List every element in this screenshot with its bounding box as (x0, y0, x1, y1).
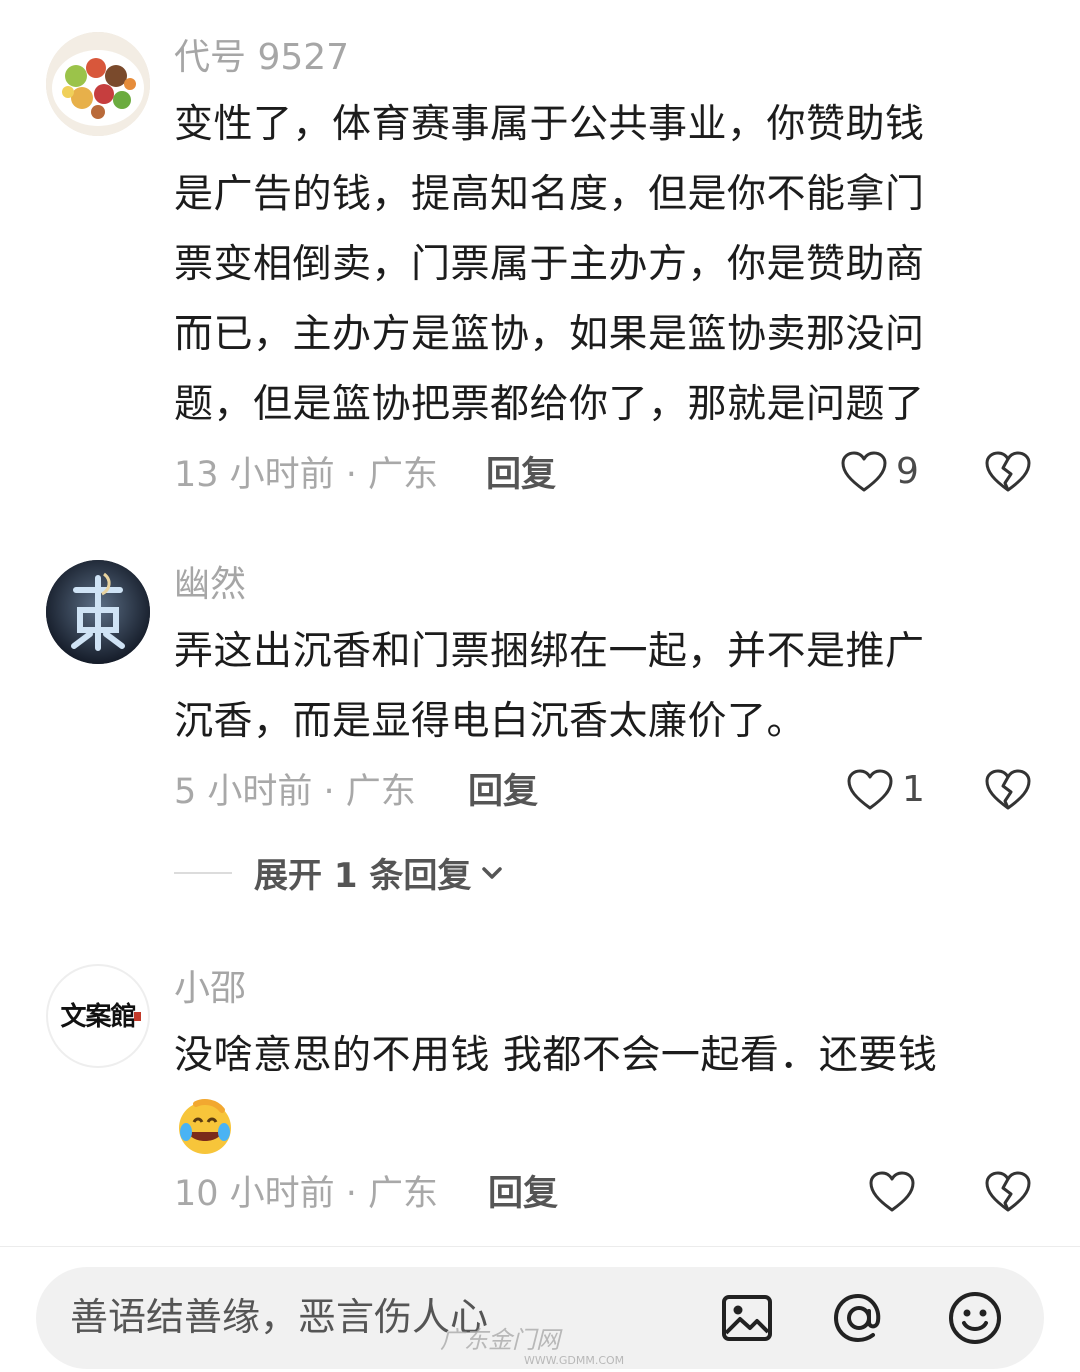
food-platter-avatar-image (46, 32, 150, 136)
reply-button[interactable]: 回复 (468, 770, 538, 814)
comment-text-line: 没啥意思的不用钱 我都不会一起看．还要钱 (174, 1033, 938, 1078)
smiley-icon (949, 1292, 1001, 1344)
heart-outline-icon (847, 769, 893, 810)
at-icon (833, 1293, 881, 1343)
comment-text: 弄这出沉香和门票捆绑在一起，并不是推广 沉香，而是显得电白沉香太廉价了。 (174, 617, 1014, 757)
reply-button[interactable]: 回复 (488, 1172, 558, 1216)
comment-text-line: 弄这出沉香和门票捆绑在一起，并不是推广 (174, 629, 925, 674)
dislike-button[interactable] (984, 450, 1032, 498)
broken-heart-icon (985, 451, 1031, 492)
avatar[interactable]: 文案館 (46, 964, 150, 1068)
comment-input-placeholder: 善语结善缘，恶言伤人心 (70, 1295, 489, 1339)
comment-text: 变性了，体育赛事属于公共事业，你赞助钱 是广告的钱，提高知名度，但是你不能拿门 … (174, 90, 1014, 440)
comment-text: 没啥意思的不用钱 我都不会一起看．还要钱 (174, 1021, 1014, 1091)
calligraphy-avatar-image (46, 560, 150, 664)
dislike-button[interactable] (984, 768, 1032, 816)
emoji-button[interactable] (946, 1289, 1004, 1351)
comment-text-line: 题，但是篮协把票都给你了，那就是问题了 (174, 382, 925, 427)
like-button[interactable]: 1 (846, 768, 925, 812)
expand-replies-label: 展开 1 条回复 (254, 856, 472, 896)
avatar[interactable] (46, 32, 150, 136)
dislike-button[interactable] (984, 1170, 1032, 1218)
comment-meta: 5 小时前 · 广东 (174, 772, 416, 812)
like-count: 1 (902, 769, 925, 810)
like-count: 9 (896, 451, 919, 492)
broken-heart-icon (985, 1171, 1031, 1212)
comment-text-line: 沉香，而是显得电白沉香太廉价了。 (174, 699, 807, 744)
username[interactable]: 幽然 (174, 563, 246, 607)
comment-text-line: 票变相倒卖，门票属于主办方，你是赞助商 (174, 242, 925, 287)
image-button[interactable] (718, 1289, 776, 1351)
heart-outline-icon (869, 1171, 915, 1212)
heart-outline-icon (841, 451, 887, 492)
mention-button[interactable] (830, 1289, 888, 1351)
broken-heart-icon (985, 769, 1031, 810)
watermark-logo: 广东金门网 (440, 1326, 560, 1354)
comment-text-line: 是广告的钱，提高知名度，但是你不能拿门 (174, 172, 925, 217)
avatar-calligraphy-text: 文案館 (60, 1002, 136, 1032)
seal-mark (134, 1012, 141, 1021)
like-button[interactable]: 9 (840, 450, 919, 494)
watermark-url: WWW.GDMM.COM (524, 1354, 625, 1367)
chevron-down-icon (482, 866, 503, 879)
avatar[interactable] (46, 560, 150, 664)
username[interactable]: 小邵 (174, 967, 246, 1011)
image-icon (722, 1295, 772, 1341)
comment-meta: 10 小时前 · 广东 (174, 1174, 439, 1214)
expand-divider (174, 871, 232, 874)
comment-meta: 13 小时前 · 广东 (174, 455, 439, 495)
laughing-emoji-icon (176, 1098, 234, 1156)
like-button[interactable] (868, 1170, 924, 1214)
comment-page: 代号 9527 变性了，体育赛事属于公共事业，你赞助钱 是广告的钱，提高知名度，… (0, 0, 1080, 1372)
comment-text-line: 而已，主办方是篮协，如果是篮协卖那没问 (174, 312, 925, 357)
comment-text-line: 变性了，体育赛事属于公共事业，你赞助钱 (174, 102, 925, 147)
reply-button[interactable]: 回复 (486, 453, 556, 497)
username[interactable]: 代号 9527 (174, 36, 349, 80)
expand-replies-button[interactable]: 展开 1 条回复 (174, 848, 507, 897)
